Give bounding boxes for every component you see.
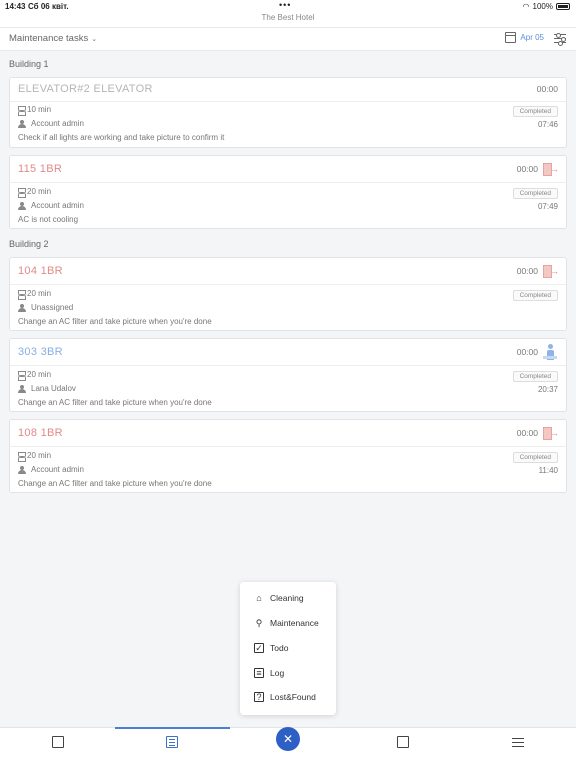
task-assignee: Account admin — [31, 201, 84, 210]
task-card[interactable]: 104 1BR 00:00 → 20 min Completed Unassig… — [9, 257, 567, 331]
question-icon: ? — [254, 692, 264, 702]
status-badge: Completed — [512, 188, 558, 199]
task-duration: 20 min — [27, 370, 52, 379]
user-icon — [18, 303, 28, 312]
multitask-dots[interactable]: ••• — [279, 0, 291, 10]
wrench-icon: ⚲ — [255, 617, 263, 628]
wifi-icon: ◠ — [522, 2, 530, 11]
menu-item-label: Maintenance — [270, 618, 319, 628]
task-assignee: Account admin — [31, 119, 84, 128]
checkout-door-icon: → — [542, 264, 559, 280]
task-name: 108 1BR — [18, 427, 63, 439]
checkbox-icon: ✓ — [254, 643, 264, 653]
menu-item-label: Lost&Found — [270, 692, 316, 702]
status-badge: Completed — [512, 290, 558, 301]
task-elapsed: 00:00 — [516, 347, 538, 357]
building-title: Building 2 — [9, 239, 49, 249]
task-name: 104 1BR — [18, 265, 63, 277]
brush-icon: ⌂ — [256, 593, 262, 603]
task-type-label: Maintenance tasks — [9, 33, 89, 44]
task-description: Change an AC filter and take picture whe… — [18, 317, 212, 326]
task-time: 07:49 — [537, 202, 558, 211]
hourglass-icon — [18, 105, 26, 116]
status-right: ◠ 100% — [523, 2, 570, 11]
filter-icon[interactable] — [554, 32, 566, 46]
hourglass-icon — [18, 451, 26, 462]
tab-menu-icon[interactable] — [512, 738, 524, 750]
task-time: 07:46 — [537, 120, 558, 129]
battery-percent: 100% — [532, 2, 553, 11]
user-icon — [18, 119, 28, 128]
status-badge: Completed — [512, 371, 558, 382]
log-icon: ≡ — [254, 668, 264, 678]
task-elapsed: 00:00 — [516, 428, 538, 438]
status-bar: 14:43 Сб 06 квіт. ••• ◠ 100% — [0, 0, 576, 12]
checkout-door-icon: → — [542, 162, 559, 178]
task-description: Change an AC filter and take picture whe… — [18, 398, 212, 407]
task-name: 303 3BR — [18, 346, 63, 358]
task-duration: 20 min — [27, 187, 52, 196]
task-duration: 20 min — [27, 289, 52, 298]
status-date: Сб 06 квіт. — [28, 2, 69, 11]
hourglass-icon — [18, 289, 26, 300]
active-tab-indicator — [115, 727, 230, 729]
task-description: Change an AC filter and take picture whe… — [18, 479, 212, 488]
task-elapsed: 00:00 — [536, 84, 558, 94]
status-time: 14:43 — [5, 2, 26, 11]
task-card[interactable]: 303 3BR 00:00 20 min Completed Lana Udal… — [9, 338, 567, 412]
guest-present-icon — [542, 344, 558, 360]
hourglass-icon — [18, 187, 26, 198]
status-badge: Completed — [512, 106, 558, 117]
battery-icon — [556, 3, 570, 10]
task-assignee: Account admin — [31, 465, 84, 474]
task-elapsed: 00:00 — [516, 266, 538, 276]
hotel-name: The Best Hotel — [261, 13, 315, 22]
tab-dashboard-icon[interactable] — [52, 736, 64, 748]
menu-item-maintenance[interactable]: ⚲ Maintenance — [254, 617, 319, 629]
task-description: AC is not cooling — [18, 215, 79, 224]
task-type-dropdown[interactable]: Maintenance tasks ⌄ — [9, 33, 97, 44]
task-time: 11:40 — [538, 466, 558, 475]
task-duration: 10 min — [27, 105, 52, 114]
create-task-menu: ⌂ Cleaning ⚲ Maintenance ✓ Todo ≡ Log ? … — [240, 582, 336, 715]
task-name: ELEVATOR#2 ELEVATOR — [18, 83, 153, 95]
task-time: 20:37 — [537, 385, 558, 394]
chevron-down-icon: ⌄ — [91, 36, 98, 43]
user-icon — [18, 201, 28, 210]
checkout-door-icon: → — [542, 426, 559, 442]
user-icon — [18, 384, 28, 393]
menu-item-label: Todo — [270, 643, 289, 653]
toolbar: Maintenance tasks ⌄ Apr 05 — [0, 27, 576, 51]
task-name: 115 1BR — [18, 163, 63, 175]
calendar-icon — [505, 32, 517, 43]
building-title: Building 1 — [9, 59, 49, 69]
menu-item-todo[interactable]: ✓ Todo — [254, 643, 288, 653]
task-elapsed: 00:00 — [516, 164, 538, 174]
task-duration: 20 min — [27, 451, 52, 460]
date-picker[interactable]: Apr 05 — [505, 32, 544, 43]
task-card[interactable]: 115 1BR 00:00 → 20 min Completed Account… — [9, 155, 567, 229]
menu-item-label: Cleaning — [270, 593, 304, 603]
bottom-tab-bar: ✕ — [0, 727, 576, 768]
task-description: Check if all lights are working and take… — [18, 133, 225, 142]
menu-item-lost-found[interactable]: ? Lost&Found — [254, 692, 316, 702]
task-assignee: Unassigned — [31, 303, 74, 312]
menu-item-label: Log — [270, 668, 285, 678]
task-card[interactable]: 108 1BR 00:00 → 20 min Completed Account… — [9, 419, 567, 493]
selected-date: Apr 05 — [520, 33, 544, 42]
tab-tasks-icon[interactable] — [166, 736, 178, 748]
menu-item-log[interactable]: ≡ Log — [254, 668, 284, 678]
tab-messages-icon[interactable] — [397, 736, 409, 748]
app-header: The Best Hotel — [0, 12, 576, 27]
status-badge: Completed — [512, 452, 558, 463]
hourglass-icon — [18, 370, 26, 381]
task-assignee: Lana Udalov — [31, 384, 76, 393]
user-icon — [18, 465, 28, 474]
task-card[interactable]: ELEVATOR#2 ELEVATOR 00:00 10 min Complet… — [9, 77, 567, 148]
menu-item-cleaning[interactable]: ⌂ Cleaning — [254, 593, 304, 603]
close-menu-button[interactable]: ✕ — [276, 727, 300, 751]
